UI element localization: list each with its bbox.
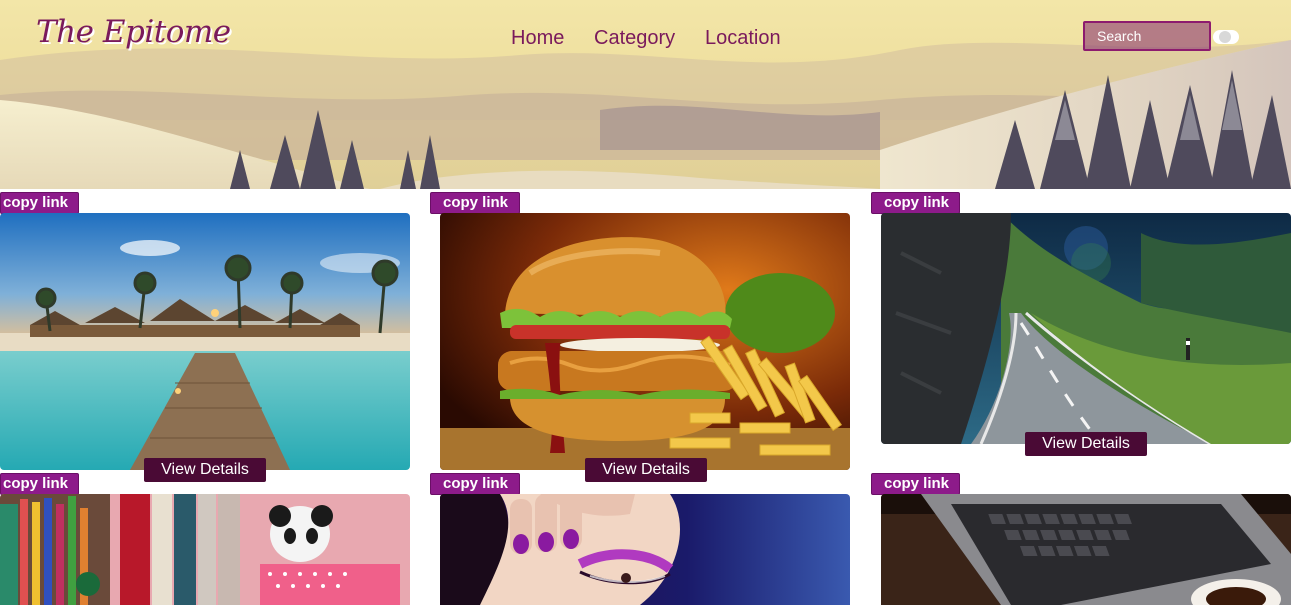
header-banner: The Epitome Home Category Location [0, 0, 1291, 189]
nav-category[interactable]: Category [594, 27, 675, 50]
copy-link-button[interactable]: copy link [430, 192, 520, 214]
gallery-card: copy link [0, 189, 410, 489]
copy-link-button[interactable]: copy link [430, 473, 520, 495]
copy-link-button[interactable]: copy link [871, 473, 960, 495]
desk-books-image[interactable] [0, 494, 410, 605]
gallery-card: copy link View Details [871, 189, 1291, 469]
search-input[interactable] [1083, 21, 1211, 51]
copy-link-button[interactable]: copy link [871, 192, 960, 214]
copy-link-button[interactable]: copy link [0, 192, 79, 214]
gallery-card: copy link [0, 470, 410, 605]
gallery-card: copy link [430, 189, 850, 489]
search-toggle[interactable] [1213, 30, 1239, 44]
nav-home[interactable]: Home [511, 27, 564, 50]
mountain-road-image[interactable] [881, 213, 1291, 444]
beach-resort-image[interactable] [0, 213, 410, 470]
toggle-knob [1219, 31, 1231, 43]
gallery-card: copy link [430, 470, 850, 605]
nav-location[interactable]: Location [705, 27, 781, 50]
copy-link-button[interactable]: copy link [0, 473, 79, 495]
view-details-button[interactable]: View Details [1025, 432, 1147, 456]
brand-logo[interactable]: The Epitome [36, 14, 231, 50]
burger-image[interactable] [440, 213, 850, 470]
gallery-card: copy link [871, 470, 1291, 605]
makeup-portrait-image[interactable] [440, 494, 850, 605]
laptop-image[interactable] [881, 494, 1291, 605]
